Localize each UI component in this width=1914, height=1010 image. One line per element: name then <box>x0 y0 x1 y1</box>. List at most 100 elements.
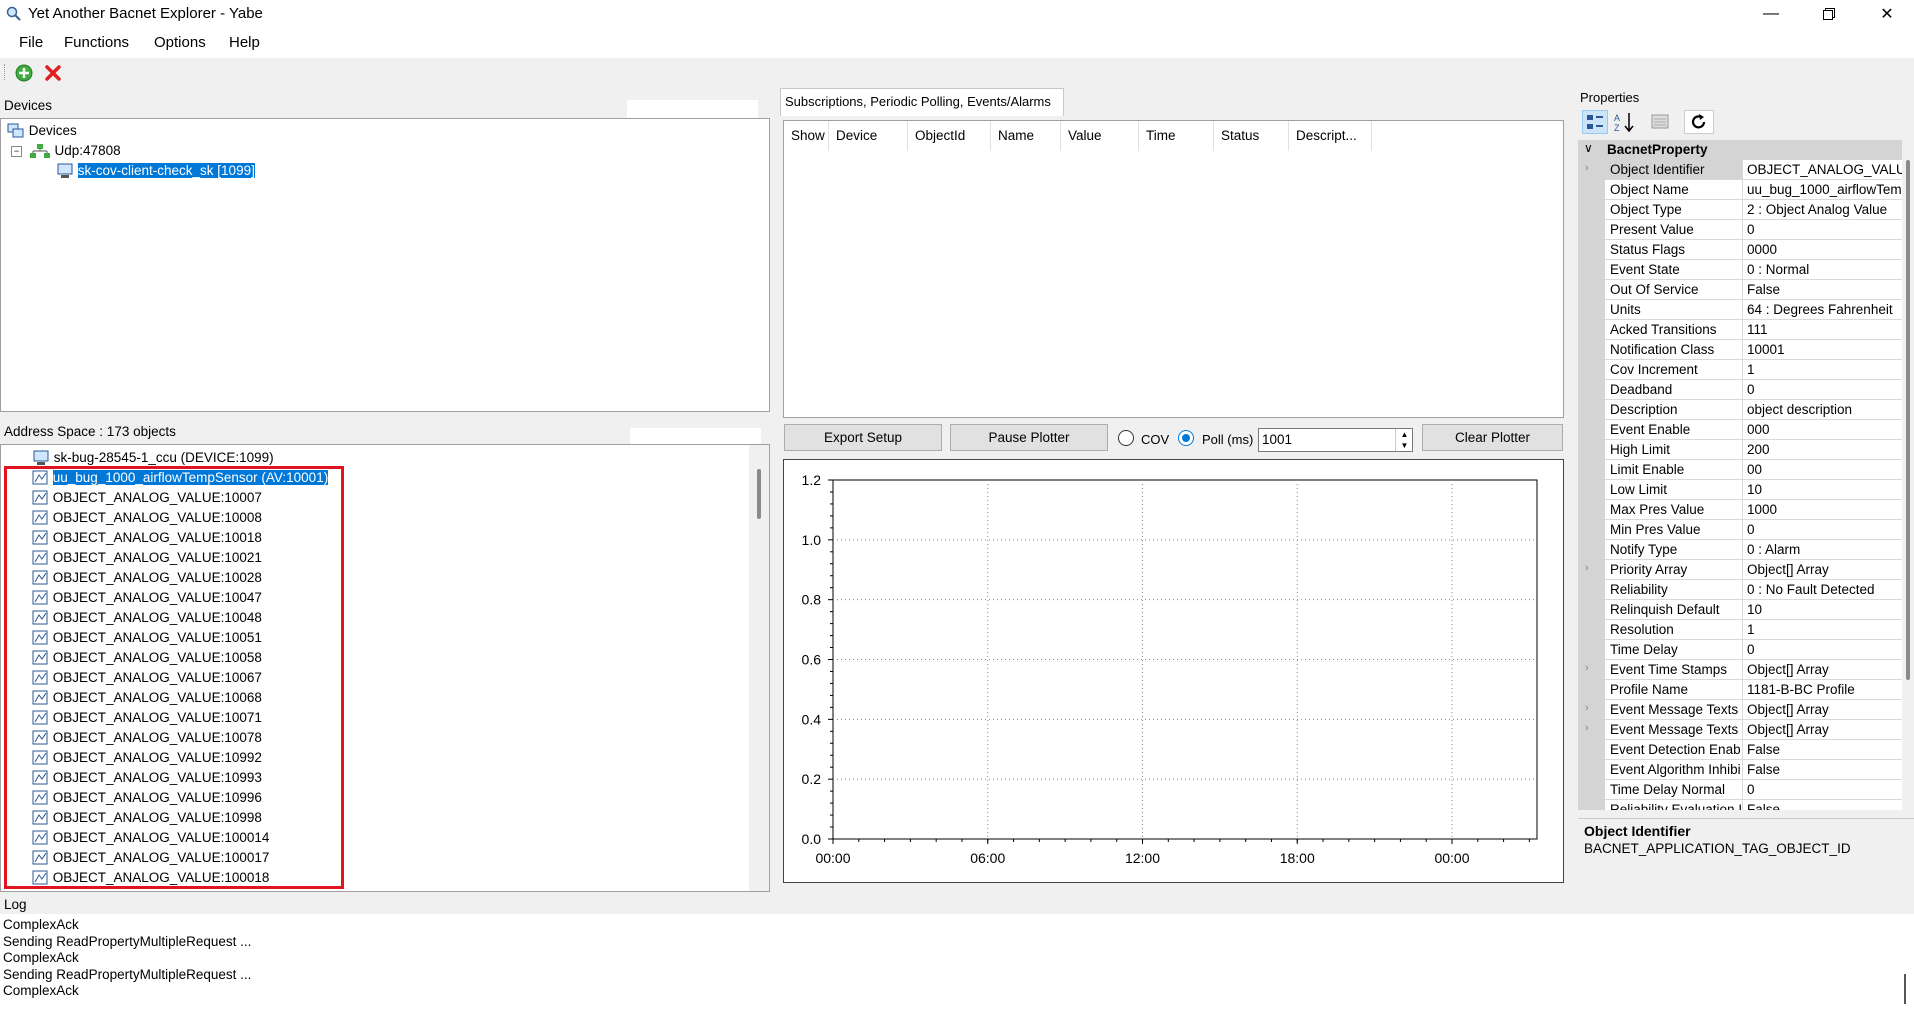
column-header[interactable]: Value <box>1061 121 1139 151</box>
menu-file[interactable]: File <box>19 34 43 51</box>
clear-plotter-button[interactable]: Clear Plotter <box>1422 424 1563 451</box>
property-value[interactable]: OBJECT_ANALOG_VALU <box>1743 160 1906 180</box>
menu-help[interactable]: Help <box>229 34 260 51</box>
chevron-right-icon[interactable]: › <box>1585 162 1589 174</box>
tab-subscriptions[interactable]: Subscriptions, Periodic Polling, Events/… <box>780 88 1064 116</box>
property-value[interactable]: 0000 <box>1743 240 1906 260</box>
property-value[interactable]: 10 <box>1743 480 1906 500</box>
property-value[interactable]: 111 <box>1743 320 1906 340</box>
tree-node-device[interactable]: sk-cov-client-check_sk [1099] <box>56 162 256 180</box>
column-header[interactable]: Time <box>1139 121 1214 151</box>
pause-plotter-button[interactable]: Pause Plotter <box>950 424 1108 451</box>
scrollbar-thumb[interactable] <box>757 469 761 519</box>
column-header[interactable]: Show <box>784 121 829 151</box>
remove-device-icon[interactable] <box>44 64 62 82</box>
property-row[interactable]: Status Flags 0000 <box>1578 240 1906 260</box>
property-value[interactable]: 0 <box>1743 520 1906 540</box>
property-row[interactable]: Out Of Service False <box>1578 280 1906 300</box>
property-row[interactable]: Notification Class 10001 <box>1578 340 1906 360</box>
property-value[interactable]: Object[] Array <box>1743 720 1906 740</box>
property-row[interactable]: Object Name uu_bug_1000_airflowTemp <box>1578 180 1906 200</box>
property-row[interactable]: Limit Enable 00 <box>1578 460 1906 480</box>
log-scrollbar-thumb[interactable] <box>1904 974 1906 1004</box>
property-value[interactable]: Object[] Array <box>1743 660 1906 680</box>
property-row[interactable]: Deadband 0 <box>1578 380 1906 400</box>
chevron-down-icon[interactable]: ∨ <box>1584 141 1593 155</box>
property-pages-button[interactable] <box>1648 110 1674 134</box>
property-value[interactable]: 0 <box>1743 220 1906 240</box>
property-value[interactable]: 0 <box>1743 380 1906 400</box>
collapse-icon[interactable]: − <box>11 145 22 157</box>
property-row[interactable]: Units 64 : Degrees Fahrenheit <box>1578 300 1906 320</box>
export-setup-button[interactable]: Export Setup <box>784 424 942 451</box>
property-row[interactable]: Present Value 0 <box>1578 220 1906 240</box>
property-row[interactable]: Time Delay Normal 0 <box>1578 780 1906 800</box>
refresh-button[interactable] <box>1684 110 1714 134</box>
property-row[interactable]: › Event Message Texts Object[] Array <box>1578 700 1906 720</box>
property-value[interactable]: 1000 <box>1743 500 1906 520</box>
property-row[interactable]: Event Detection Enab False <box>1578 740 1906 760</box>
property-row[interactable]: Relinquish Default 10 <box>1578 600 1906 620</box>
property-row[interactable]: Reliability 0 : No Fault Detected <box>1578 580 1906 600</box>
property-value[interactable]: False <box>1743 280 1906 300</box>
chevron-right-icon[interactable]: › <box>1585 722 1589 734</box>
property-value[interactable]: 2 : Object Analog Value <box>1743 200 1906 220</box>
property-value[interactable]: 0 : Normal <box>1743 260 1906 280</box>
property-row[interactable]: › Priority Array Object[] Array <box>1578 560 1906 580</box>
plotter-area[interactable]: 0.0 0.2 0.4 0.6 0.8 1.0 1.2 00:00 06:00 12:00 18:0… <box>783 459 1564 883</box>
poll-interval-stepper[interactable]: 1001 ▲ ▼ <box>1258 428 1413 452</box>
property-row[interactable]: Notify Type 0 : Alarm <box>1578 540 1906 560</box>
property-value[interactable]: 1 <box>1743 360 1906 380</box>
property-value[interactable]: object description <box>1743 400 1906 420</box>
log-output[interactable]: ComplexAck Sending ReadPropertyMultipleRe… <box>0 914 1914 1010</box>
chevron-right-icon[interactable]: › <box>1585 662 1589 674</box>
property-row[interactable]: Resolution 1 <box>1578 620 1906 640</box>
chevron-right-icon[interactable]: › <box>1585 562 1589 574</box>
devices-tree[interactable]: Devices − Udp:47808 sk-cov-client-check_… <box>0 118 770 412</box>
property-row[interactable]: Profile Name 1181-B-BC Profile <box>1578 680 1906 700</box>
scrollbar-thumb[interactable] <box>1906 160 1910 680</box>
categorized-button[interactable] <box>1582 110 1608 134</box>
property-row[interactable]: › Event Message Texts Object[] Array <box>1578 720 1906 740</box>
property-row[interactable]: › Event Time Stamps Object[] Array <box>1578 660 1906 680</box>
property-row[interactable]: Max Pres Value 1000 <box>1578 500 1906 520</box>
property-category[interactable]: ∨ BacnetProperty <box>1578 140 1902 160</box>
tree-node-udp[interactable]: − Udp:47808 <box>11 142 121 160</box>
subscriptions-list[interactable]: Show Device ObjectId Name Value Time Status Des… <box>783 120 1564 418</box>
column-header[interactable]: ObjectId <box>908 121 991 151</box>
stepper-arrows[interactable]: ▲ ▼ <box>1395 429 1413 451</box>
property-value[interactable]: 64 : Degrees Fahrenheit <box>1743 300 1906 320</box>
property-row[interactable]: › Object Identifier OBJECT_ANALOG_VALU <box>1578 160 1906 180</box>
property-value[interactable]: False <box>1743 740 1906 760</box>
tree-node-address-device[interactable]: sk-bug-28545-1_ccu (DEVICE:1099) <box>32 449 274 467</box>
close-window-button[interactable]: ✕ <box>1864 0 1910 28</box>
alphabetical-button[interactable]: AZ <box>1612 110 1638 134</box>
column-header[interactable]: Status <box>1214 121 1289 151</box>
property-value[interactable]: 1 <box>1743 620 1906 640</box>
property-row[interactable]: Low Limit 10 <box>1578 480 1906 500</box>
column-header[interactable]: Descript... <box>1289 121 1372 151</box>
add-device-icon[interactable] <box>15 64 33 82</box>
property-row[interactable]: Event Algorithm Inhibi False <box>1578 760 1906 780</box>
property-value[interactable]: Object[] Array <box>1743 700 1906 720</box>
property-row[interactable]: Time Delay 0 <box>1578 640 1906 660</box>
chevron-right-icon[interactable]: › <box>1585 702 1589 714</box>
tree-node-devices-root[interactable]: Devices <box>7 122 77 140</box>
property-row[interactable]: Reliability Evaluation I False <box>1578 800 1906 810</box>
minimize-button[interactable]: — <box>1748 0 1794 28</box>
property-value[interactable]: Object[] Array <box>1743 560 1906 580</box>
property-value[interactable]: 000 <box>1743 420 1906 440</box>
property-value[interactable]: uu_bug_1000_airflowTemp <box>1743 180 1906 200</box>
property-row[interactable]: High Limit 200 <box>1578 440 1906 460</box>
column-header[interactable]: Device <box>829 121 908 151</box>
vertical-scrollbar[interactable] <box>749 445 769 891</box>
menu-functions[interactable]: Functions <box>64 34 129 51</box>
property-value[interactable]: 1181-B-BC Profile <box>1743 680 1906 700</box>
property-value[interactable]: False <box>1743 800 1906 810</box>
property-grid[interactable]: ∨ BacnetProperty › Object Identifier OBJEC… <box>1578 140 1914 810</box>
property-row[interactable]: Event Enable 000 <box>1578 420 1906 440</box>
menu-options[interactable]: Options <box>154 34 206 51</box>
property-row[interactable]: Object Type 2 : Object Analog Value <box>1578 200 1906 220</box>
property-value[interactable]: False <box>1743 760 1906 780</box>
property-value[interactable]: 10 <box>1743 600 1906 620</box>
